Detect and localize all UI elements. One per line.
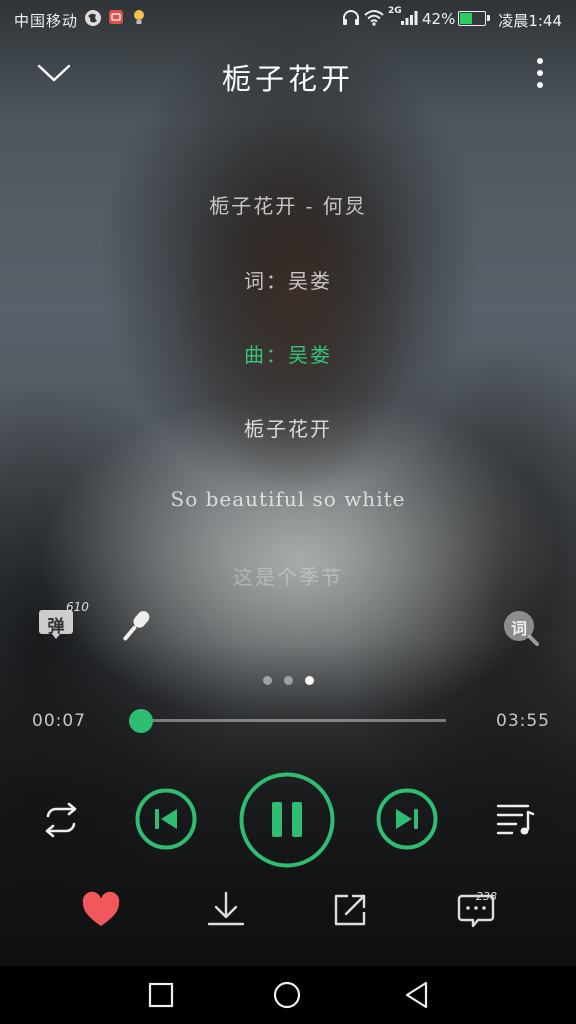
system-nav-bar [0,966,576,1024]
total-time: 03:55 [496,711,550,731]
heart-icon[interactable] [80,890,122,930]
page-dot[interactable] [283,676,293,685]
danmu-label: 弹 [47,617,65,637]
current-time: 00:07 [32,711,86,731]
globe-icon [84,9,102,27]
wifi-icon [364,9,384,26]
page-dot-active[interactable] [304,676,314,685]
download-icon[interactable] [205,890,247,930]
previous-icon[interactable] [135,788,197,850]
bulb-icon [132,9,146,26]
playlist-icon[interactable] [494,800,536,840]
lyric-line[interactable]: 栀子花开 - 何炅 [0,190,576,219]
home-icon[interactable] [272,980,302,1010]
progress-bar[interactable] [130,719,446,722]
lyric-line[interactable]: 词：吴娄 [0,265,576,294]
song-title: 栀子花开 [221,62,354,96]
page-dot[interactable] [262,676,272,685]
carrier-name: 中国移动 [14,12,79,30]
page-indicator [0,676,576,685]
status-time: 凌晨1:44 [498,12,562,30]
recent-apps-icon[interactable] [146,980,176,1010]
lyric-line[interactable]: 这是个季节 [0,561,576,590]
lyric-line-current[interactable]: 曲：吴娄 [0,339,576,368]
lyric-line[interactable]: 栀子花开 [0,413,576,442]
pause-icon[interactable] [238,771,336,869]
share-icon[interactable] [330,890,372,930]
battery-icon [458,11,490,26]
comment-count: 238 [476,890,497,903]
lyric-search-button[interactable]: 词 [502,610,540,646]
lyric-button-label: 词 [510,619,527,638]
back-icon[interactable] [402,980,432,1010]
repeat-icon[interactable] [40,802,82,838]
player-header: 栀子花开 [0,38,576,110]
status-bar: 中国移动 2G 42% 凌晨1:44 [0,0,576,38]
signal-icon [400,9,420,26]
microphone-icon[interactable] [114,606,156,648]
more-vert-icon[interactable] [526,56,554,92]
danmu-count: 610 [66,600,89,614]
battery-percent: 42% [422,10,456,28]
app-notification-icon [108,9,124,25]
next-icon[interactable] [376,788,438,850]
lyric-line[interactable]: So beautiful so white [0,487,576,511]
headphones-icon [342,9,360,26]
